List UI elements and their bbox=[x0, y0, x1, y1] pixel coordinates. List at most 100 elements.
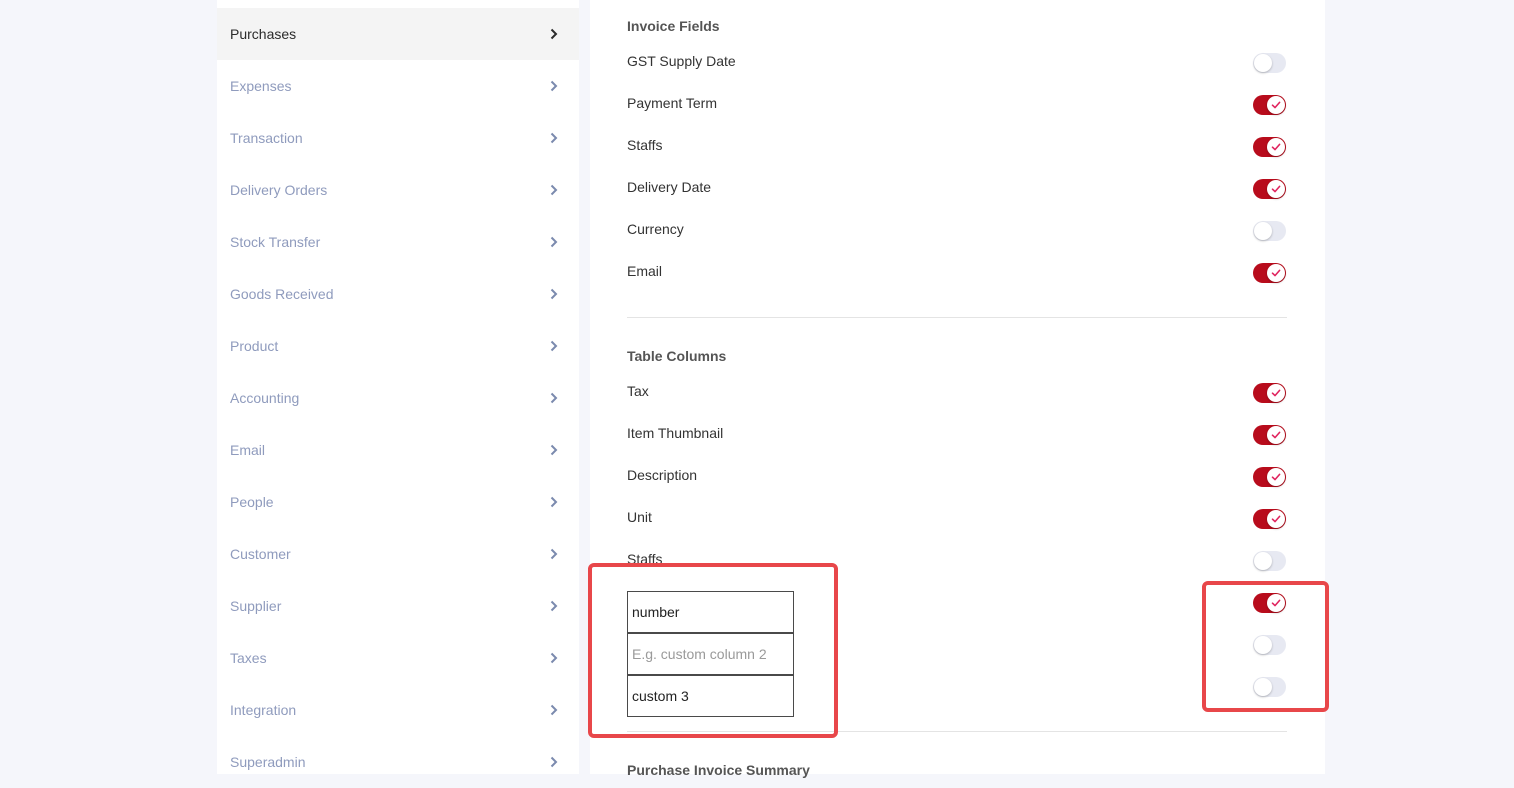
sidebar-item-label: Product bbox=[230, 338, 279, 354]
check-icon bbox=[1271, 473, 1281, 481]
sidebar-item-label: Taxes bbox=[230, 650, 267, 666]
chevron-right-icon bbox=[549, 392, 559, 404]
sidebar-item-people[interactable]: People bbox=[217, 476, 579, 528]
toggle-knob bbox=[1254, 636, 1272, 654]
sidebar-item-label: Transaction bbox=[230, 130, 303, 146]
field-label-payment-term: Payment Term bbox=[627, 95, 717, 111]
sidebar-item-goods-received[interactable]: Goods Received bbox=[217, 268, 579, 320]
section-divider bbox=[627, 731, 1287, 732]
sidebar-item-superadmin[interactable]: Superadmin bbox=[217, 736, 579, 788]
toggle-knob bbox=[1267, 426, 1285, 444]
chevron-right-icon bbox=[549, 340, 559, 352]
toggle-custom-column-2[interactable] bbox=[1253, 635, 1286, 655]
chevron-right-icon bbox=[549, 704, 559, 716]
toggle-custom-column-1[interactable] bbox=[1253, 593, 1286, 613]
chevron-right-icon bbox=[549, 444, 559, 456]
sidebar-item-purchases[interactable]: Purchases bbox=[217, 8, 579, 60]
sidebar-item-integration[interactable]: Integration bbox=[217, 684, 579, 736]
sidebar-item-customer[interactable]: Customer bbox=[217, 528, 579, 580]
check-icon bbox=[1271, 185, 1281, 193]
sidebar-item-label: Supplier bbox=[230, 598, 282, 614]
sidebar-item-expenses[interactable]: Expenses bbox=[217, 60, 579, 112]
column-label-description: Description bbox=[627, 467, 698, 483]
sidebar-item-transaction[interactable]: Transaction bbox=[217, 112, 579, 164]
sidebar-item-delivery-orders[interactable]: Delivery Orders bbox=[217, 164, 579, 216]
sidebar-item-label: Integration bbox=[230, 702, 297, 718]
field-label-gst-supply-date: GST Supply Date bbox=[627, 53, 736, 69]
toggle-knob bbox=[1254, 552, 1272, 570]
toggle-knob bbox=[1267, 180, 1285, 198]
invoice-fields-title: Invoice Fields bbox=[627, 18, 720, 34]
field-label-currency: Currency bbox=[627, 221, 684, 237]
sidebar-item-label: Customer bbox=[230, 546, 291, 562]
toggle-knob bbox=[1254, 222, 1272, 240]
sidebar-item-label: Delivery Orders bbox=[230, 182, 328, 198]
sidebar-item-label: Email bbox=[230, 442, 266, 458]
check-icon bbox=[1271, 101, 1281, 109]
sidebar-item-supplier[interactable]: Supplier bbox=[217, 580, 579, 632]
sidebar-item-label: Expenses bbox=[230, 78, 292, 94]
column-label-unit: Unit bbox=[627, 509, 652, 525]
toggle-knob bbox=[1267, 510, 1285, 528]
check-icon bbox=[1271, 515, 1281, 523]
settings-sidebar: Purchases Expenses Transaction Delivery … bbox=[217, 0, 579, 774]
toggle-staffs[interactable] bbox=[1253, 137, 1286, 157]
toggle-payment-term[interactable] bbox=[1253, 95, 1286, 115]
sidebar-item-label: Purchases bbox=[230, 26, 297, 42]
toggle-gst-supply-date[interactable] bbox=[1253, 53, 1286, 73]
toggle-knob bbox=[1267, 468, 1285, 486]
toggle-knob bbox=[1267, 96, 1285, 114]
chevron-right-icon bbox=[549, 236, 559, 248]
sidebar-item-product[interactable]: Product bbox=[217, 320, 579, 372]
toggle-delivery-date[interactable] bbox=[1253, 179, 1286, 199]
toggle-description[interactable] bbox=[1253, 467, 1286, 487]
chevron-right-icon bbox=[549, 652, 559, 664]
check-icon bbox=[1271, 143, 1281, 151]
check-icon bbox=[1271, 431, 1281, 439]
toggle-knob bbox=[1267, 264, 1285, 282]
chevron-right-icon bbox=[549, 288, 559, 300]
chevron-right-icon bbox=[549, 80, 559, 92]
toggle-item-thumbnail[interactable] bbox=[1253, 425, 1286, 445]
sidebar-item-label: Stock Transfer bbox=[230, 234, 321, 250]
column-label-tax: Tax bbox=[627, 383, 649, 399]
check-icon bbox=[1271, 389, 1281, 397]
toggle-knob bbox=[1267, 384, 1285, 402]
sidebar-item-taxes[interactable]: Taxes bbox=[217, 632, 579, 684]
check-icon bbox=[1271, 269, 1281, 277]
field-label-staffs: Staffs bbox=[627, 137, 663, 153]
toggle-currency[interactable] bbox=[1253, 221, 1286, 241]
column-label-staffs: Staffs bbox=[627, 551, 663, 567]
sidebar-item-label: Goods Received bbox=[230, 286, 334, 302]
toggle-email[interactable] bbox=[1253, 263, 1286, 283]
sidebar-item-label: Accounting bbox=[230, 390, 300, 406]
sidebar-item-accounting[interactable]: Accounting bbox=[217, 372, 579, 424]
sidebar-item-email[interactable]: Email bbox=[217, 424, 579, 476]
chevron-right-icon bbox=[549, 132, 559, 144]
sidebar-item-label: Superadmin bbox=[230, 754, 306, 770]
sidebar-item-label: People bbox=[230, 494, 274, 510]
settings-panel: Invoice Fields GST Supply Date Payment T… bbox=[588, 0, 1329, 778]
toggle-knob bbox=[1254, 678, 1272, 696]
toggle-custom-column-3[interactable] bbox=[1253, 677, 1286, 697]
custom-column-3-input[interactable] bbox=[627, 675, 794, 717]
toggle-knob bbox=[1267, 138, 1285, 156]
custom-column-1-input[interactable] bbox=[627, 591, 794, 633]
custom-column-2-input[interactable] bbox=[627, 633, 794, 675]
check-icon bbox=[1271, 599, 1281, 607]
field-label-delivery-date: Delivery Date bbox=[627, 179, 712, 195]
toggle-knob bbox=[1267, 594, 1285, 612]
toggle-knob bbox=[1254, 54, 1272, 72]
chevron-right-icon bbox=[549, 600, 559, 612]
toggle-unit[interactable] bbox=[1253, 509, 1286, 529]
chevron-right-icon bbox=[549, 496, 559, 508]
sidebar-item-stock-transfer[interactable]: Stock Transfer bbox=[217, 216, 579, 268]
purchase-invoice-summary-title: Purchase Invoice Summary bbox=[627, 762, 810, 778]
field-label-email: Email bbox=[627, 263, 663, 279]
chevron-right-icon bbox=[549, 756, 559, 768]
chevron-right-icon bbox=[549, 28, 559, 40]
chevron-right-icon bbox=[549, 548, 559, 560]
column-label-item-thumbnail: Item Thumbnail bbox=[627, 425, 724, 441]
toggle-column-staffs[interactable] bbox=[1253, 551, 1286, 571]
toggle-tax[interactable] bbox=[1253, 383, 1286, 403]
